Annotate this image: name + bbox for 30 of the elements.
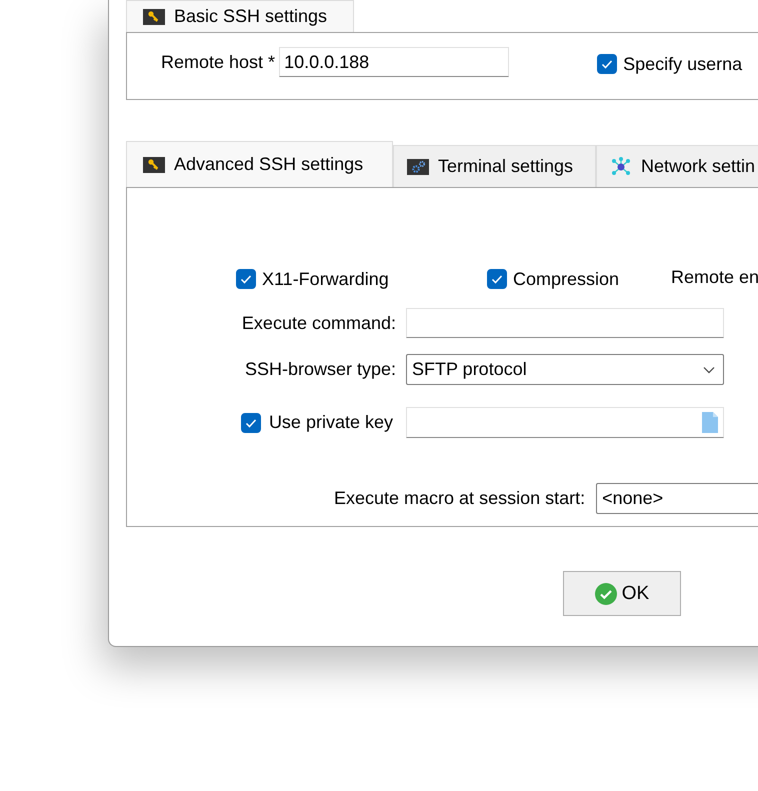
settings-tab[interactable]: Network settin	[596, 145, 758, 187]
checkbox[interactable]	[487, 269, 507, 289]
option-label: X11-Forwarding	[262, 268, 389, 290]
ssh-browser-type-label: SSH-browser type:	[244, 359, 396, 380]
checkbox[interactable]	[240, 412, 261, 432]
checkbox[interactable]	[236, 269, 256, 289]
checkbox[interactable]	[597, 54, 618, 74]
settings-tab[interactable]: Basic SSH settings	[126, 0, 354, 32]
file-icon	[702, 412, 718, 433]
remote-environment-label: Remote en	[671, 266, 758, 288]
macro-dropdown[interactable]: <none>	[596, 483, 758, 514]
check-circle-icon	[594, 582, 617, 604]
remote-host-label: Remote host *	[161, 52, 276, 72]
chevron-down-icon	[703, 366, 715, 374]
execute-macro-label: Execute macro at session start:	[334, 488, 586, 509]
gears-icon	[407, 158, 429, 174]
execute-command-label: Execute command:	[242, 312, 396, 334]
key-icon	[143, 8, 165, 24]
private-key-field[interactable]	[406, 407, 724, 438]
private-key-label: Use private key	[268, 412, 393, 433]
ssh-browser-type-dropdown[interactable]: SFTP protocol	[406, 354, 724, 385]
network-icon	[610, 156, 632, 178]
specify-username-label: Specify userna	[623, 54, 742, 74]
ok-button[interactable]: OK	[563, 571, 681, 616]
settings-tab[interactable]: Advanced SSH settings	[126, 141, 393, 187]
key-icon	[143, 156, 165, 172]
remote-host-field[interactable]: 10.0.0.188	[279, 47, 510, 77]
settings-tab[interactable]: Terminal settings	[393, 145, 596, 187]
option-label: Compression	[513, 268, 620, 290]
execute-command-field[interactable]	[406, 308, 724, 338]
